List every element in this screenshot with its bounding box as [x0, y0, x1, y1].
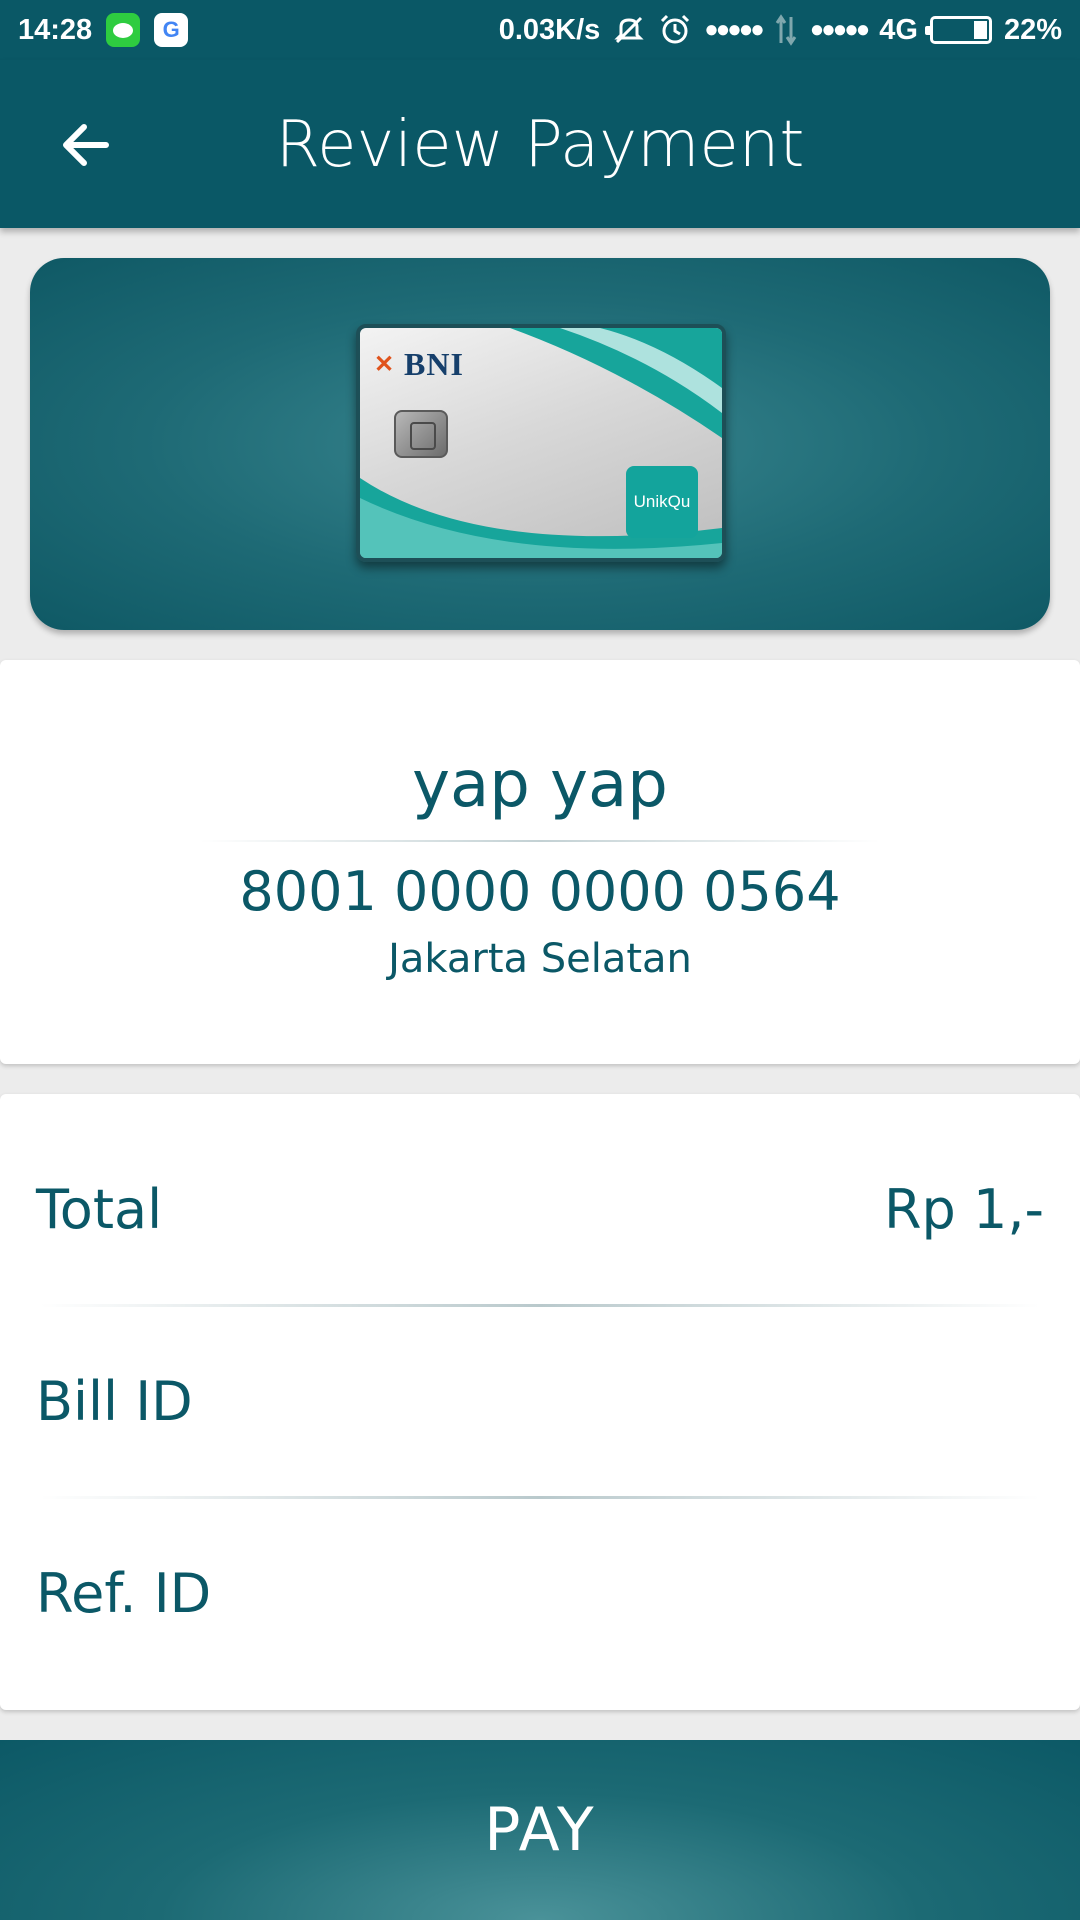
bni-logo: ✕ BNI	[374, 346, 464, 383]
payment-details-panel: Total Rp 1,- Bill ID Ref. ID	[0, 1094, 1080, 1710]
product-badge: UnikQu	[626, 466, 698, 538]
detail-row-total: Total Rp 1,-	[0, 1094, 1080, 1284]
pay-button[interactable]: PAY	[0, 1740, 1080, 1920]
google-icon: G	[154, 13, 189, 47]
vibrate-icon	[612, 13, 646, 47]
bni-logo-mark-icon: ✕	[374, 351, 395, 378]
total-value: Rp 1,-	[884, 1178, 1044, 1241]
ref-id-label: Ref. ID	[36, 1562, 212, 1625]
account-panel: yap yap 8001 0000 0000 0564 Jakarta Sela…	[0, 660, 1080, 1064]
network-speed: 0.03K/s	[498, 13, 601, 46]
bank-name: BNI	[404, 346, 464, 382]
detail-row-bill-id: Bill ID	[0, 1286, 1080, 1476]
total-label: Total	[36, 1178, 163, 1241]
network-type: 4G	[879, 13, 918, 46]
divider	[200, 840, 880, 842]
status-time: 14:28	[18, 13, 93, 46]
account-name: yap yap	[412, 748, 668, 822]
detail-row-ref-id: Ref. ID	[0, 1478, 1080, 1668]
account-number: 8001 0000 0000 0564	[239, 860, 841, 923]
card-chip-icon	[394, 410, 448, 458]
battery-percent: 22%	[1003, 13, 1062, 46]
page-title: Review Payment	[275, 108, 805, 182]
signal-strength-1: ●●●●●	[704, 16, 765, 43]
bank-card-image: ✕ BNI UnikQu	[356, 324, 726, 562]
bill-id-label: Bill ID	[36, 1370, 193, 1433]
message-icon	[106, 13, 141, 47]
app-bar: Review Payment	[0, 60, 1080, 228]
data-transfer-icon	[774, 13, 798, 47]
card-banner: ✕ BNI UnikQu	[30, 258, 1050, 630]
status-bar: 14:28 G 0.03K/s ●●●●● ●●●●● 4G 22%	[0, 0, 1080, 60]
battery-icon	[924, 16, 992, 44]
signal-strength-2: ●●●●●	[809, 16, 871, 43]
account-location: Jakarta Selatan	[388, 936, 692, 982]
alarm-icon	[658, 13, 692, 47]
